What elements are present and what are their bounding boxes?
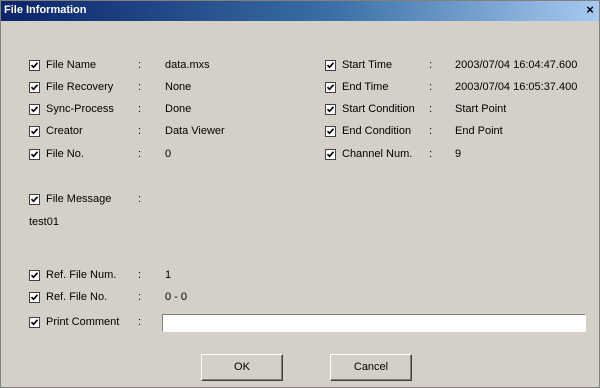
- start-time-checkbox[interactable]: [325, 60, 336, 71]
- end-condition-value: End Point: [455, 125, 503, 137]
- file-no-value: 0: [165, 148, 172, 160]
- field-row-file-recovery: File Recovery : None: [29, 81, 289, 97]
- print-comment-label: Print Comment: [46, 316, 120, 328]
- channel-num-label: Channel Num.: [342, 148, 413, 160]
- file-information-dialog: File Information × File Name : data.mxs …: [0, 0, 600, 388]
- field-row-ref-file-num: Ref. File Num. : 1: [29, 269, 289, 285]
- channel-num-value: 9: [455, 148, 462, 160]
- ref-file-num-label: Ref. File Num.: [46, 269, 117, 281]
- colon-separator: :: [138, 59, 142, 71]
- title-bar[interactable]: File Information ×: [1, 1, 599, 21]
- ref-file-no-value: 0 - 0: [165, 291, 188, 303]
- colon-separator: :: [138, 125, 142, 137]
- file-message-value: test01: [29, 216, 59, 228]
- end-time-label: End Time: [342, 81, 389, 93]
- sync-process-checkbox[interactable]: [29, 104, 40, 115]
- print-comment-checkbox[interactable]: [29, 317, 40, 328]
- colon-separator: :: [429, 59, 433, 71]
- checkmark-icon: [30, 128, 39, 135]
- file-message-label: File Message: [46, 193, 112, 205]
- file-recovery-value: None: [165, 81, 192, 93]
- start-condition-label: Start Condition: [342, 103, 415, 115]
- creator-label: Creator: [46, 125, 83, 137]
- checkmark-icon: [326, 62, 335, 69]
- start-time-value: 2003/07/04 16:04:47.600: [455, 59, 578, 71]
- creator-value: Data Viewer: [165, 125, 225, 137]
- end-condition-label: End Condition: [342, 125, 412, 137]
- file-name-label: File Name: [46, 59, 97, 71]
- colon-separator: :: [429, 81, 433, 93]
- sync-process-value: Done: [165, 103, 192, 115]
- file-no-checkbox[interactable]: [29, 149, 40, 160]
- start-condition-value: Start Point: [455, 103, 507, 115]
- creator-checkbox[interactable]: [29, 126, 40, 137]
- file-recovery-label: File Recovery: [46, 81, 114, 93]
- checkmark-icon: [30, 319, 39, 326]
- cancel-button[interactable]: Cancel: [330, 354, 412, 381]
- field-row-end-time: End Time : 2003/07/04 16:05:37.400: [325, 81, 595, 97]
- field-row-file-no: File No. : 0: [29, 148, 289, 164]
- field-row-start-time: Start Time : 2003/07/04 16:04:47.600: [325, 59, 595, 75]
- colon-separator: :: [429, 125, 433, 137]
- checkmark-icon: [326, 151, 335, 158]
- colon-separator: :: [138, 81, 142, 93]
- field-row-sync-process: Sync-Process : Done: [29, 103, 289, 119]
- file-no-label: File No.: [46, 148, 84, 160]
- ref-file-num-checkbox[interactable]: [29, 270, 40, 281]
- field-row-channel-num: Channel Num. : 9: [325, 148, 595, 164]
- field-row-start-condition: Start Condition : Start Point: [325, 103, 595, 119]
- colon-separator: :: [429, 103, 433, 115]
- field-row-file-message: File Message :: [29, 193, 289, 209]
- ref-file-no-label: Ref. File No.: [46, 291, 108, 303]
- colon-separator: :: [138, 193, 142, 205]
- checkmark-icon: [326, 128, 335, 135]
- end-time-checkbox[interactable]: [325, 82, 336, 93]
- channel-num-checkbox[interactable]: [325, 149, 336, 160]
- file-name-value: data.mxs: [165, 59, 210, 71]
- field-row-end-condition: End Condition : End Point: [325, 125, 595, 141]
- window-title: File Information: [4, 4, 87, 16]
- file-message-checkbox[interactable]: [29, 194, 40, 205]
- field-row-file-name: File Name : data.mxs: [29, 59, 289, 75]
- file-name-checkbox[interactable]: [29, 60, 40, 71]
- ref-file-num-value: 1: [165, 269, 172, 281]
- end-time-value: 2003/07/04 16:05:37.400: [455, 81, 578, 93]
- field-row-ref-file-no: Ref. File No. : 0 - 0: [29, 291, 289, 307]
- checkmark-icon: [30, 62, 39, 69]
- colon-separator: :: [138, 148, 142, 160]
- checkmark-icon: [30, 272, 39, 279]
- file-recovery-checkbox[interactable]: [29, 82, 40, 93]
- start-time-label: Start Time: [342, 59, 393, 71]
- print-comment-input[interactable]: [162, 314, 586, 332]
- checkmark-icon: [30, 106, 39, 113]
- end-condition-checkbox[interactable]: [325, 126, 336, 137]
- start-condition-checkbox[interactable]: [325, 104, 336, 115]
- checkmark-icon: [30, 84, 39, 91]
- checkmark-icon: [326, 106, 335, 113]
- close-icon[interactable]: ×: [583, 3, 597, 17]
- field-row-print-comment: Print Comment :: [29, 316, 169, 332]
- ok-button[interactable]: OK: [201, 354, 283, 381]
- sync-process-label: Sync-Process: [46, 103, 114, 115]
- checkmark-icon: [30, 196, 39, 203]
- colon-separator: :: [138, 269, 142, 281]
- colon-separator: :: [138, 291, 142, 303]
- colon-separator: :: [429, 148, 433, 160]
- checkmark-icon: [30, 151, 39, 158]
- checkmark-icon: [326, 84, 335, 91]
- colon-separator: :: [138, 316, 142, 328]
- checkmark-icon: [30, 294, 39, 301]
- colon-separator: :: [138, 103, 142, 115]
- ref-file-no-checkbox[interactable]: [29, 292, 40, 303]
- field-row-creator: Creator : Data Viewer: [29, 125, 289, 141]
